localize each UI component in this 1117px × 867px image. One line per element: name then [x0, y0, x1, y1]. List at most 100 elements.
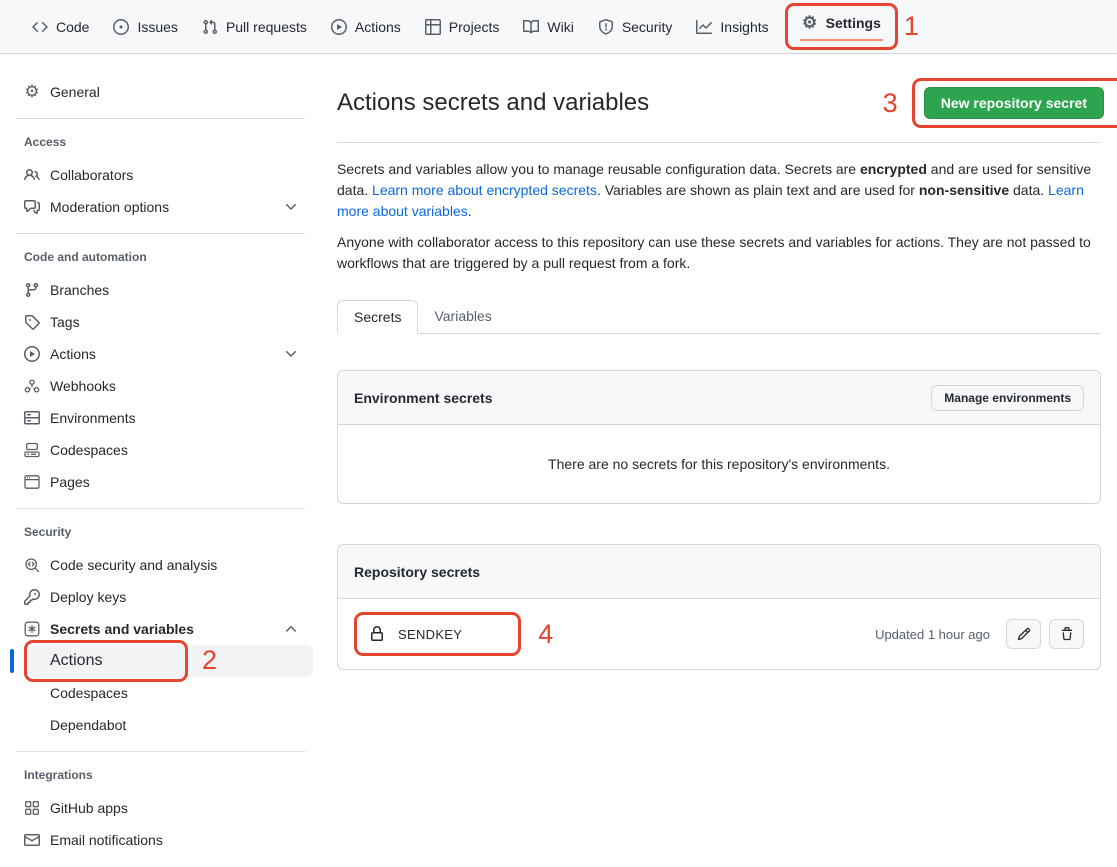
repo-tab-nav: Code Issues Pull requests Actions Projec… — [0, 0, 1117, 54]
tab-security[interactable]: Security — [590, 13, 681, 41]
new-repository-secret-button[interactable]: New repository secret — [924, 87, 1104, 119]
tab-settings-label: Settings — [826, 15, 881, 31]
sidebar-item-label: Branches — [50, 282, 109, 298]
annotation-number-1: 1 — [904, 13, 919, 40]
gear-icon: ⚙ — [802, 15, 818, 31]
sidebar-item-general[interactable]: ⚙ General — [8, 76, 313, 108]
webhook-icon — [24, 378, 40, 394]
graph-icon — [696, 19, 712, 35]
environment-secrets-empty-text: There are no secrets for this repository… — [338, 425, 1100, 503]
sidebar-item-label: Pages — [50, 474, 90, 490]
tab-settings[interactable]: ⚙ Settings — [798, 13, 885, 33]
sidebar-item-environments[interactable]: Environments — [8, 402, 313, 434]
sidebar-divider — [16, 118, 305, 119]
sidebar-item-label: Email notifications — [50, 832, 163, 848]
secrets-variables-tabnav: Secrets Variables — [337, 300, 1101, 334]
main-content: Actions secrets and variables 3 New repo… — [321, 54, 1117, 670]
sidebar-divider — [16, 508, 305, 509]
tab-pull-requests-label: Pull requests — [226, 19, 307, 35]
environment-secrets-box: Environment secrets Manage environments … — [337, 370, 1101, 504]
sidebar-item-actions[interactable]: Actions — [8, 338, 313, 370]
edit-secret-button[interactable] — [1006, 619, 1041, 649]
sidebar-item-label: Tags — [50, 314, 80, 330]
chevron-up-icon — [283, 621, 299, 637]
sidebar-item-deploy-keys[interactable]: Deploy keys — [8, 581, 313, 613]
delete-secret-button[interactable] — [1049, 619, 1084, 649]
link-encrypted-secrets[interactable]: Learn more about encrypted secrets — [372, 182, 597, 198]
sidebar-item-moderation-options[interactable]: Moderation options — [8, 191, 313, 223]
tab-variables[interactable]: Variables — [418, 300, 507, 333]
sidebar-item-tags[interactable]: Tags — [8, 306, 313, 338]
sidebar-item-label: Webhooks — [50, 378, 116, 394]
sidebar-item-codespaces[interactable]: Codespaces — [8, 434, 313, 466]
play-icon — [24, 346, 40, 362]
sidebar-item-label: General — [50, 84, 100, 100]
secret-name: SENDKEY — [398, 627, 462, 642]
sidebar-item-collaborators[interactable]: Collaborators — [8, 159, 313, 191]
browser-icon — [24, 474, 40, 490]
sidebar-item-label: Moderation options — [50, 199, 169, 215]
sidebar-subitem-codespaces[interactable]: Codespaces — [8, 677, 313, 709]
people-icon — [24, 167, 40, 183]
sidebar-item-label: GitHub apps — [50, 800, 128, 816]
pencil-icon — [1017, 627, 1031, 641]
shield-icon — [598, 19, 614, 35]
sidebar-item-email-notifications[interactable]: Email notifications — [8, 824, 313, 856]
sidebar-item-webhooks[interactable]: Webhooks — [8, 370, 313, 402]
tab-secrets[interactable]: Secrets — [337, 300, 418, 334]
tab-actions[interactable]: Actions — [323, 13, 409, 41]
description-bold: encrypted — [860, 161, 927, 177]
comment-discussion-icon — [24, 199, 40, 215]
sidebar-subitem-dependabot[interactable]: Dependabot — [8, 709, 313, 741]
git-branch-icon — [24, 282, 40, 298]
annotation-number-2: 2 — [202, 647, 217, 674]
sidebar-subitem-actions[interactable]: Actions 2 — [28, 645, 313, 677]
secret-row: SENDKEY 4 Updated 1 hour ago — [338, 599, 1100, 669]
tab-pull-requests[interactable]: Pull requests — [194, 13, 315, 41]
active-tab-underline — [800, 39, 883, 41]
description-text: data. — [1009, 182, 1048, 198]
description-paragraph-1: Secrets and variables allow you to manag… — [337, 159, 1101, 222]
chevron-down-icon — [283, 346, 299, 362]
codespaces-icon — [24, 442, 40, 458]
chevron-down-icon — [283, 199, 299, 215]
sidebar-section-security: Security — [8, 519, 313, 545]
repository-secrets-title: Repository secrets — [354, 564, 480, 580]
annotation-number-3: 3 — [883, 90, 898, 117]
settings-sidebar: ⚙ General Access Collaborators Moderatio… — [0, 54, 321, 856]
sidebar-item-pages[interactable]: Pages — [8, 466, 313, 498]
sidebar-item-secrets-and-variables[interactable]: Secrets and variables — [8, 613, 313, 645]
environment-secrets-title: Environment secrets — [354, 390, 493, 406]
sidebar-item-code-security[interactable]: Code security and analysis — [8, 549, 313, 581]
server-icon — [24, 410, 40, 426]
book-icon — [523, 19, 539, 35]
active-item-indicator — [10, 649, 14, 673]
sidebar-section-code-automation: Code and automation — [8, 244, 313, 270]
code-icon — [32, 19, 48, 35]
sidebar-item-label: Dependabot — [50, 717, 126, 733]
tab-security-label: Security — [622, 19, 673, 35]
mail-icon — [24, 832, 40, 848]
repository-secrets-box: Repository secrets SENDKEY 4 Updated 1 h… — [337, 544, 1101, 670]
tab-wiki[interactable]: Wiki — [515, 13, 581, 41]
sidebar-item-label: Collaborators — [50, 167, 133, 183]
tab-issues[interactable]: Issues — [105, 13, 185, 41]
sidebar-item-branches[interactable]: Branches — [8, 274, 313, 306]
manage-environments-button[interactable]: Manage environments — [931, 385, 1084, 411]
sidebar-item-label: Actions — [50, 346, 96, 362]
tab-code-label: Code — [56, 19, 89, 35]
annotation-number-4: 4 — [538, 621, 553, 648]
tab-wiki-label: Wiki — [547, 19, 573, 35]
github-settings-page: Code Issues Pull requests Actions Projec… — [0, 0, 1117, 867]
tab-code[interactable]: Code — [24, 13, 97, 41]
page-title: Actions secrets and variables — [337, 89, 649, 117]
sidebar-divider — [16, 751, 305, 752]
repository-secrets-header: Repository secrets — [338, 545, 1100, 599]
sidebar-item-label: Deploy keys — [50, 589, 126, 605]
sidebar-item-github-apps[interactable]: GitHub apps — [8, 792, 313, 824]
tab-insights[interactable]: Insights — [688, 13, 776, 41]
pull-request-icon — [202, 19, 218, 35]
description-text: Secrets and variables allow you to manag… — [337, 161, 860, 177]
tab-projects[interactable]: Projects — [417, 13, 508, 41]
tab-insights-label: Insights — [720, 19, 768, 35]
